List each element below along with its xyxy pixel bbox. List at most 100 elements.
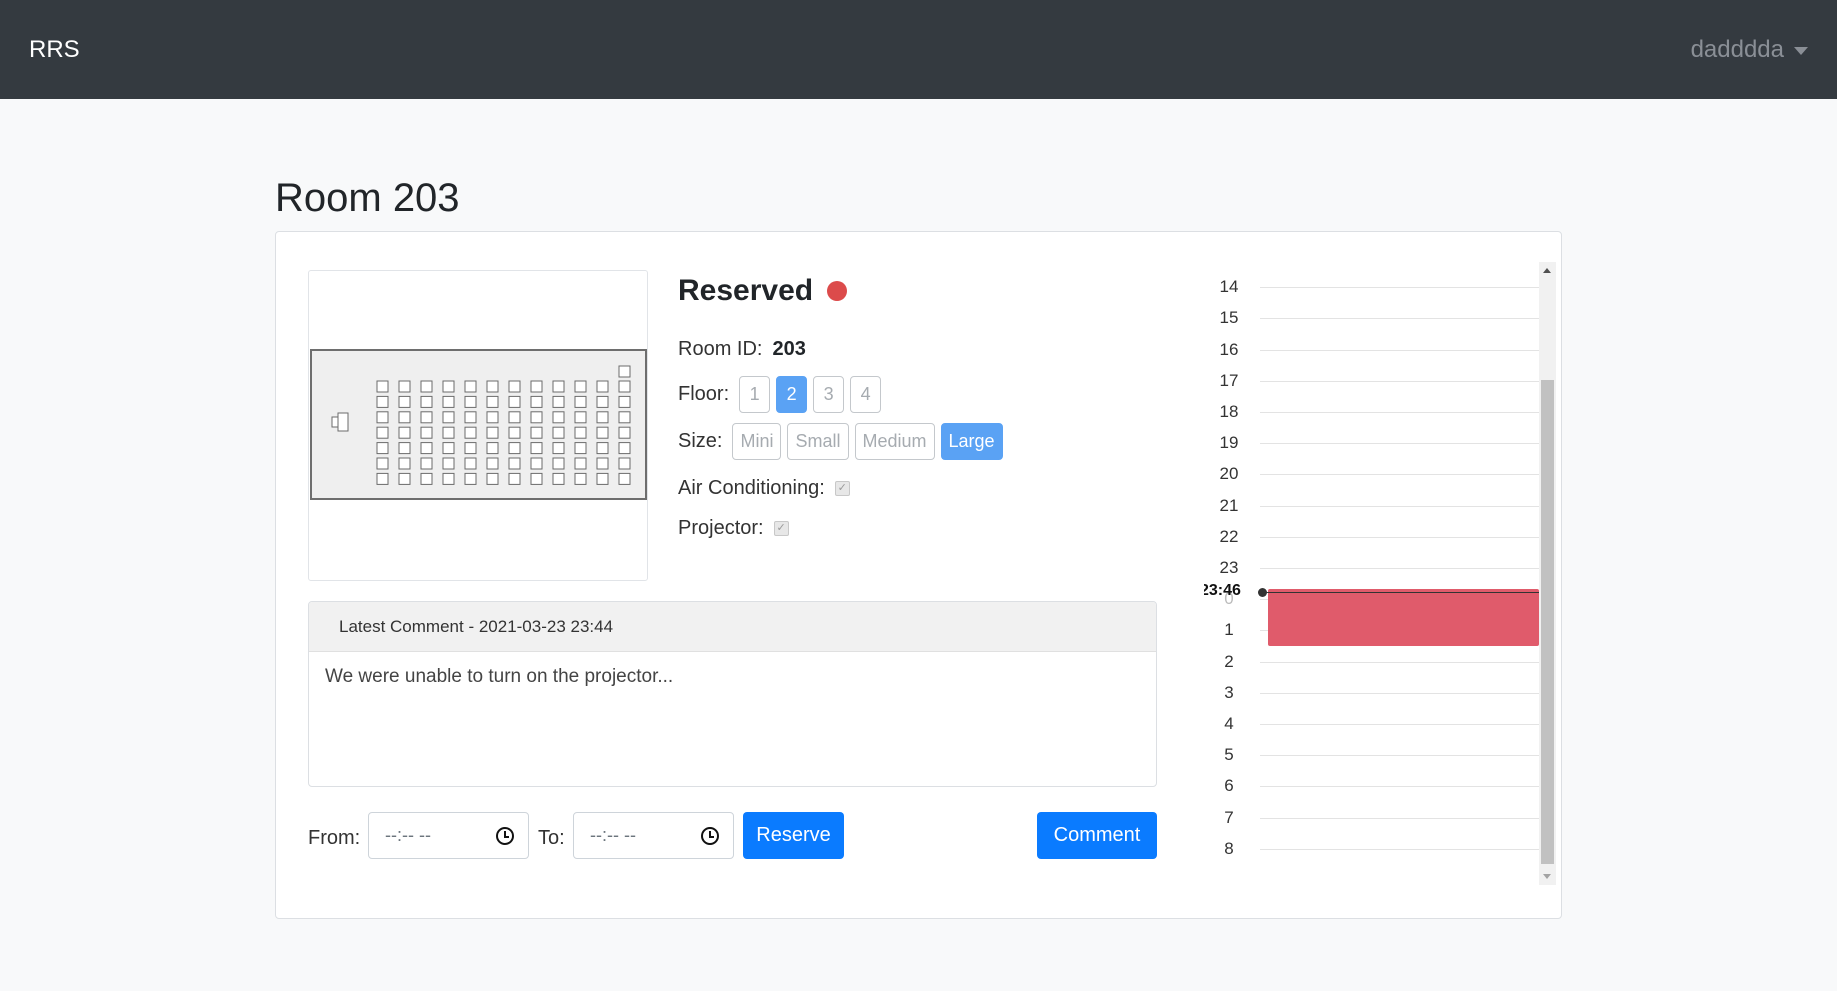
latest-comment-panel: Latest Comment - 2021-03-23 23:44 We wer… bbox=[308, 601, 1157, 787]
seat-icon bbox=[618, 472, 631, 485]
hour-gridline bbox=[1260, 755, 1539, 757]
seat-icon bbox=[376, 457, 389, 470]
projector-checkbox[interactable]: ✓ bbox=[773, 521, 789, 536]
hour-gridline bbox=[1260, 474, 1539, 476]
seat-icon bbox=[464, 426, 477, 439]
hour-gridline bbox=[1260, 724, 1539, 725]
floor-button-1[interactable]: 1 bbox=[739, 376, 771, 413]
seat-icon bbox=[420, 426, 433, 439]
clock-icon[interactable] bbox=[701, 826, 719, 845]
status-text: Reserved bbox=[678, 274, 814, 307]
size-label: Size: bbox=[678, 430, 723, 452]
hour-gridline bbox=[1260, 848, 1539, 850]
seat-icon bbox=[530, 472, 543, 485]
from-time-input[interactable]: --:-- -- bbox=[368, 812, 529, 859]
room-card: Reserved Room ID: 203 Floor: 1 2 3 4 Siz… bbox=[275, 231, 1562, 919]
clock-icon[interactable] bbox=[496, 826, 514, 845]
hour-label: 23 bbox=[1219, 558, 1239, 577]
hour-gridline bbox=[1260, 786, 1539, 788]
seat-icon bbox=[618, 457, 631, 470]
hour-label: 16 bbox=[1219, 339, 1239, 359]
seat-icon bbox=[376, 426, 389, 439]
seat-icon bbox=[596, 411, 609, 424]
room-map-panel bbox=[308, 270, 648, 581]
seat-icon bbox=[596, 472, 609, 485]
scroll-down-arrow-icon[interactable] bbox=[1543, 874, 1551, 879]
seat-icon bbox=[420, 411, 433, 424]
hour-gridline bbox=[1260, 412, 1539, 413]
seat-icon bbox=[530, 442, 543, 455]
size-button-group: Mini Small Medium Large bbox=[732, 423, 1003, 460]
seat-icon bbox=[398, 426, 411, 439]
seat-icon bbox=[552, 426, 565, 439]
seat-icon bbox=[442, 411, 455, 424]
comment-button[interactable]: Comment bbox=[1037, 812, 1157, 859]
to-time-input[interactable]: --:-- -- bbox=[573, 812, 734, 859]
scrollbar-thumb[interactable] bbox=[1541, 380, 1554, 864]
seat-icon bbox=[530, 411, 543, 424]
hour-gridline bbox=[1260, 349, 1539, 351]
seat-icon bbox=[574, 411, 587, 424]
timeline-scrollbar[interactable] bbox=[1539, 262, 1556, 885]
seat-icon bbox=[398, 442, 411, 455]
room-status: Reserved bbox=[678, 274, 848, 308]
hour-gridline bbox=[1260, 817, 1539, 819]
seat-icon bbox=[442, 442, 455, 455]
seat-icon bbox=[552, 380, 565, 393]
current-time-line bbox=[1262, 591, 1541, 593]
top-navbar: RRS dadddda bbox=[0, 0, 1837, 99]
brand-logo[interactable]: RRS bbox=[29, 36, 80, 64]
seat-icon bbox=[596, 426, 609, 439]
projector-row: Projector: ✓ bbox=[678, 517, 789, 540]
hour-label: 15 bbox=[1219, 308, 1239, 328]
current-time-dot bbox=[1258, 587, 1267, 597]
seat-icon bbox=[552, 442, 565, 455]
seat-icon bbox=[508, 380, 521, 393]
from-label: From: bbox=[308, 827, 361, 849]
seat-icon bbox=[464, 472, 477, 485]
seat-icon bbox=[398, 380, 411, 393]
hour-label: 20 bbox=[1219, 464, 1239, 484]
seat-icon bbox=[442, 426, 455, 439]
hour-label: 19 bbox=[1219, 433, 1239, 453]
floor-button-3[interactable]: 3 bbox=[813, 376, 845, 413]
seat-icon bbox=[442, 472, 455, 485]
hour-gridline bbox=[1260, 568, 1539, 569]
floor-button-group: 1 2 3 4 bbox=[739, 376, 882, 413]
hour-label: 1 bbox=[1224, 620, 1234, 640]
room-floor-plan bbox=[310, 349, 647, 500]
comment-body: We were unable to turn on the projector.… bbox=[325, 666, 674, 687]
seat-icon bbox=[376, 395, 389, 408]
seat-layout-image bbox=[331, 365, 631, 485]
size-button-small[interactable]: Small bbox=[787, 423, 849, 460]
seat-icon bbox=[420, 472, 433, 485]
hour-label: 21 bbox=[1219, 495, 1239, 515]
air-conditioning-checkbox[interactable]: ✓ bbox=[834, 481, 850, 496]
seat-icon bbox=[464, 411, 477, 424]
size-button-large[interactable]: Large bbox=[940, 423, 1003, 460]
hour-gridline bbox=[1260, 661, 1539, 663]
air-conditioning-row: Air Conditioning: ✓ bbox=[678, 477, 850, 500]
from-time-placeholder: --:-- -- bbox=[385, 825, 431, 845]
seat-icon bbox=[398, 457, 411, 470]
seat-icon bbox=[574, 442, 587, 455]
hour-label: 18 bbox=[1219, 402, 1239, 421]
hour-gridline bbox=[1260, 536, 1539, 538]
seat-icon bbox=[552, 472, 565, 485]
seat-icon bbox=[618, 426, 631, 439]
reservation-timeline[interactable]: 1314151617181920212223012345678 23:46 bbox=[1204, 262, 1556, 885]
size-button-medium[interactable]: Medium bbox=[854, 423, 935, 460]
hour-label: 4 bbox=[1224, 714, 1234, 733]
hour-gridline bbox=[1260, 318, 1539, 320]
seat-icon bbox=[574, 472, 587, 485]
user-menu-dropdown[interactable]: dadddda bbox=[1691, 36, 1808, 64]
floor-button-2[interactable]: 2 bbox=[776, 376, 808, 413]
floor-button-4[interactable]: 4 bbox=[850, 376, 882, 413]
scroll-up-arrow-icon[interactable] bbox=[1543, 268, 1551, 273]
desk-icon bbox=[337, 412, 349, 432]
reservation-block[interactable] bbox=[1268, 588, 1539, 646]
size-button-mini[interactable]: Mini bbox=[732, 423, 782, 460]
seat-icon bbox=[376, 380, 389, 393]
projector-label: Projector: bbox=[678, 517, 764, 539]
reserve-button[interactable]: Reserve bbox=[743, 812, 844, 859]
